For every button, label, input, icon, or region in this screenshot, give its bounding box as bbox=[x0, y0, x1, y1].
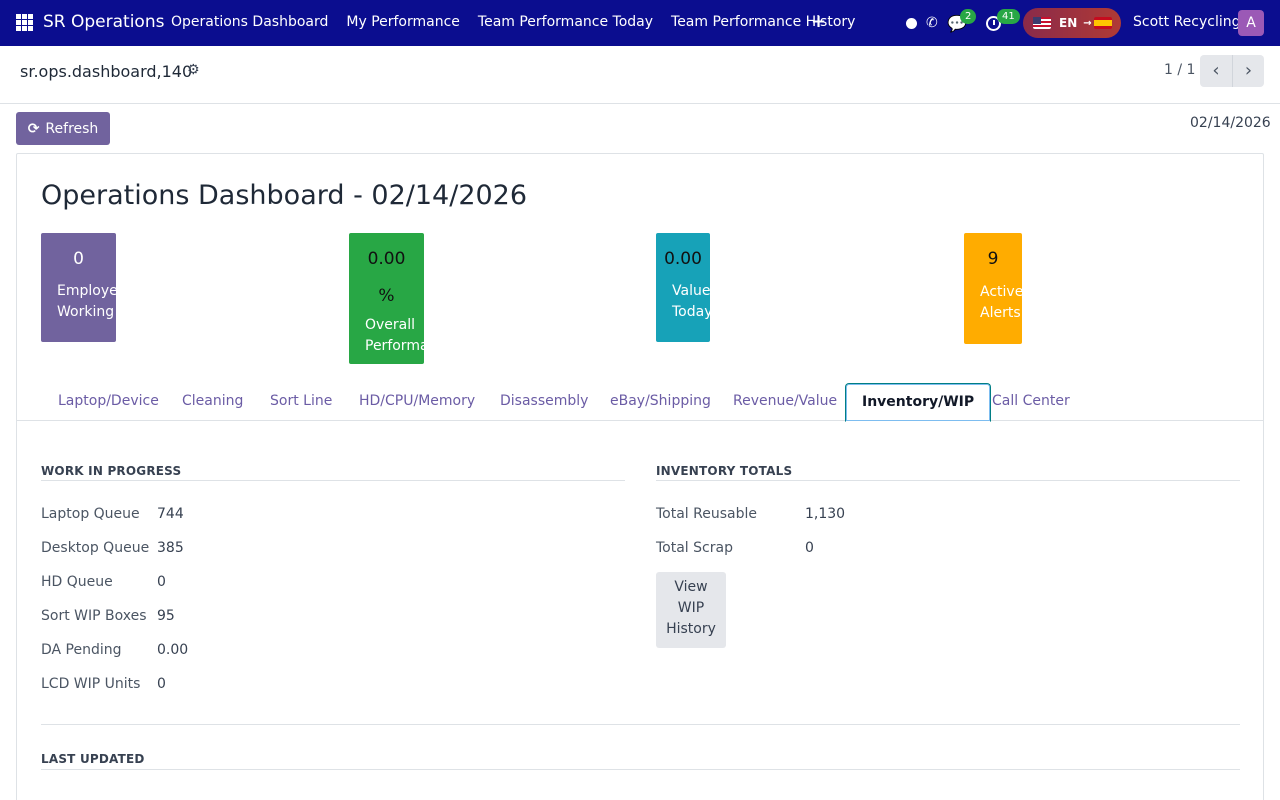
kpi-label-line: Performance bbox=[365, 338, 424, 354]
kpi-label-line: Active bbox=[980, 284, 1022, 300]
refresh-icon: ⟳ bbox=[27, 120, 40, 137]
section-divider bbox=[41, 724, 1240, 725]
page-title: Operations Dashboard - 02/14/2026 bbox=[41, 180, 528, 211]
field-value-sort-wip-boxes: 95 bbox=[157, 608, 175, 624]
menu-operations-dashboard[interactable]: Operations Dashboard bbox=[171, 14, 328, 30]
field-label-lcd-wip-units: LCD WIP Units bbox=[41, 676, 141, 692]
kpi-value: 0 bbox=[73, 249, 84, 269]
gear-icon[interactable]: ⚙ bbox=[187, 62, 200, 78]
kpi-value: 9 bbox=[987, 249, 999, 269]
activity-clock-icon[interactable] bbox=[986, 0, 1001, 46]
tab-disassembly[interactable]: Disassembly bbox=[500, 393, 588, 409]
control-panel: sr.ops.dashboard,140 ⚙ 1 / 1 ‹ › bbox=[0, 46, 1280, 104]
field-label-da-pending: DA Pending bbox=[41, 642, 122, 658]
es-flag-icon bbox=[1093, 17, 1112, 29]
refresh-label: Refresh bbox=[45, 120, 99, 137]
last-updated-heading: LAST UPDATED bbox=[41, 752, 145, 766]
avatar[interactable]: A bbox=[1238, 10, 1264, 36]
kpi-label-line: Working bbox=[57, 304, 115, 320]
apps-grid-icon[interactable] bbox=[16, 14, 33, 31]
tab-cleaning[interactable]: Cleaning bbox=[182, 393, 243, 409]
view-wip-history-button[interactable]: View WIP History bbox=[656, 572, 726, 648]
tab-sort-line[interactable]: Sort Line bbox=[270, 393, 332, 409]
language-switcher[interactable]: EN → bbox=[1023, 8, 1121, 38]
main-menu: Operations Dashboard My Performance Team… bbox=[171, 14, 873, 30]
language-code: EN bbox=[1059, 16, 1078, 30]
kpi-label-line: Value bbox=[672, 283, 710, 299]
breadcrumb: sr.ops.dashboard,140 bbox=[20, 62, 193, 81]
arrow-right-icon: → bbox=[1083, 17, 1092, 29]
button-label-line: View bbox=[674, 579, 708, 595]
menu-my-performance[interactable]: My Performance bbox=[346, 14, 460, 30]
inventory-heading: INVENTORY TOTALS bbox=[656, 464, 793, 478]
field-label-sort-wip-boxes: Sort WIP Boxes bbox=[41, 608, 147, 624]
chevron-right-icon: › bbox=[1244, 60, 1253, 81]
menu-team-performance-history[interactable]: Team Performance History bbox=[671, 14, 855, 30]
activity-badge: 41 bbox=[997, 9, 1020, 24]
menu-team-performance-today[interactable]: Team Performance Today bbox=[478, 14, 653, 30]
pager-previous-button[interactable]: ‹ bbox=[1200, 55, 1232, 87]
button-label-line: WIP bbox=[677, 600, 705, 616]
kpi-label-line: Overall bbox=[365, 317, 416, 333]
current-date: 02/14/2026 bbox=[1190, 115, 1271, 131]
notebook-tabs: Laptop/Device Cleaning Sort Line HD/CPU/… bbox=[17, 383, 1263, 422]
kpi-value-today[interactable]: 0.00 Value Today bbox=[656, 233, 710, 342]
kpi-value: 0.00 bbox=[664, 249, 702, 269]
kpi-label: Active Alerts bbox=[964, 282, 1022, 324]
kpi-value: 0.00 bbox=[367, 249, 406, 269]
field-label-hd-queue: HD Queue bbox=[41, 574, 113, 590]
tab-inventory-wip[interactable]: Inventory/WIP bbox=[845, 383, 992, 422]
field-value-desktop-queue: 385 bbox=[157, 540, 184, 556]
field-label-total-reusable: Total Reusable bbox=[656, 506, 757, 522]
kpi-overall-performance[interactable]: 0.00 % Overall Performance bbox=[349, 233, 424, 364]
field-value-hd-queue: 0 bbox=[157, 574, 166, 590]
tab-call-center[interactable]: Call Center bbox=[992, 393, 1070, 409]
plus-icon[interactable]: + bbox=[811, 11, 826, 32]
us-flag-icon bbox=[1033, 17, 1051, 29]
field-value-da-pending: 0.00 bbox=[157, 642, 189, 658]
tab-ebay-shipping[interactable]: eBay/Shipping bbox=[610, 393, 711, 409]
field-label-total-scrap: Total Scrap bbox=[656, 540, 733, 556]
kpi-label: Value Today bbox=[656, 281, 710, 323]
field-value-total-reusable: 1,130 bbox=[805, 506, 846, 522]
status-dot-icon[interactable] bbox=[906, 0, 917, 46]
tab-revenue-value[interactable]: Revenue/Value bbox=[733, 393, 837, 409]
pager-value[interactable]: 1 / 1 bbox=[1164, 62, 1195, 78]
pager-next-button[interactable]: › bbox=[1232, 55, 1264, 87]
field-label-laptop-queue: Laptop Queue bbox=[41, 506, 140, 522]
field-value-lcd-wip-units: 0 bbox=[157, 676, 166, 692]
field-label-desktop-queue: Desktop Queue bbox=[41, 540, 150, 556]
user-menu-name[interactable]: Scott Recycling bbox=[1133, 14, 1241, 30]
tab-hd-cpu-memory[interactable]: HD/CPU/Memory bbox=[359, 393, 475, 409]
kpi-label: Overall Performance bbox=[349, 315, 424, 357]
app-brand[interactable]: SR Operations bbox=[43, 12, 164, 32]
refresh-button[interactable]: ⟳ Refresh bbox=[16, 112, 110, 145]
kpi-active-alerts[interactable]: 9 Active Alerts bbox=[964, 233, 1022, 344]
top-navbar: SR Operations Operations Dashboard My Pe… bbox=[0, 0, 1280, 46]
dashboard-sheet: Operations Dashboard - 02/14/2026 0 Empl… bbox=[16, 153, 1264, 800]
chevron-left-icon: ‹ bbox=[1212, 60, 1220, 81]
kpi-value-unit: % bbox=[378, 286, 395, 306]
kpi-label-line: Employees bbox=[57, 283, 116, 299]
tab-laptop-device[interactable]: Laptop/Device bbox=[58, 393, 159, 409]
kpi-employees-working[interactable]: 0 Employees Working bbox=[41, 233, 116, 342]
kpi-label: Employees Working bbox=[41, 281, 116, 323]
kpi-label-line: Today bbox=[672, 304, 710, 320]
kpi-label-line: Alerts bbox=[980, 305, 1021, 321]
field-value-total-scrap: 0 bbox=[805, 540, 814, 556]
phone-icon[interactable]: ✆ bbox=[926, 0, 938, 46]
wip-heading: WORK IN PROGRESS bbox=[41, 464, 182, 478]
chat-badge: 2 bbox=[960, 9, 977, 24]
button-label-line: History bbox=[666, 621, 716, 637]
inventory-heading-divider bbox=[656, 480, 1240, 481]
wip-heading-divider bbox=[41, 480, 625, 481]
field-value-laptop-queue: 744 bbox=[157, 506, 184, 522]
last-updated-heading-divider bbox=[41, 769, 1240, 770]
